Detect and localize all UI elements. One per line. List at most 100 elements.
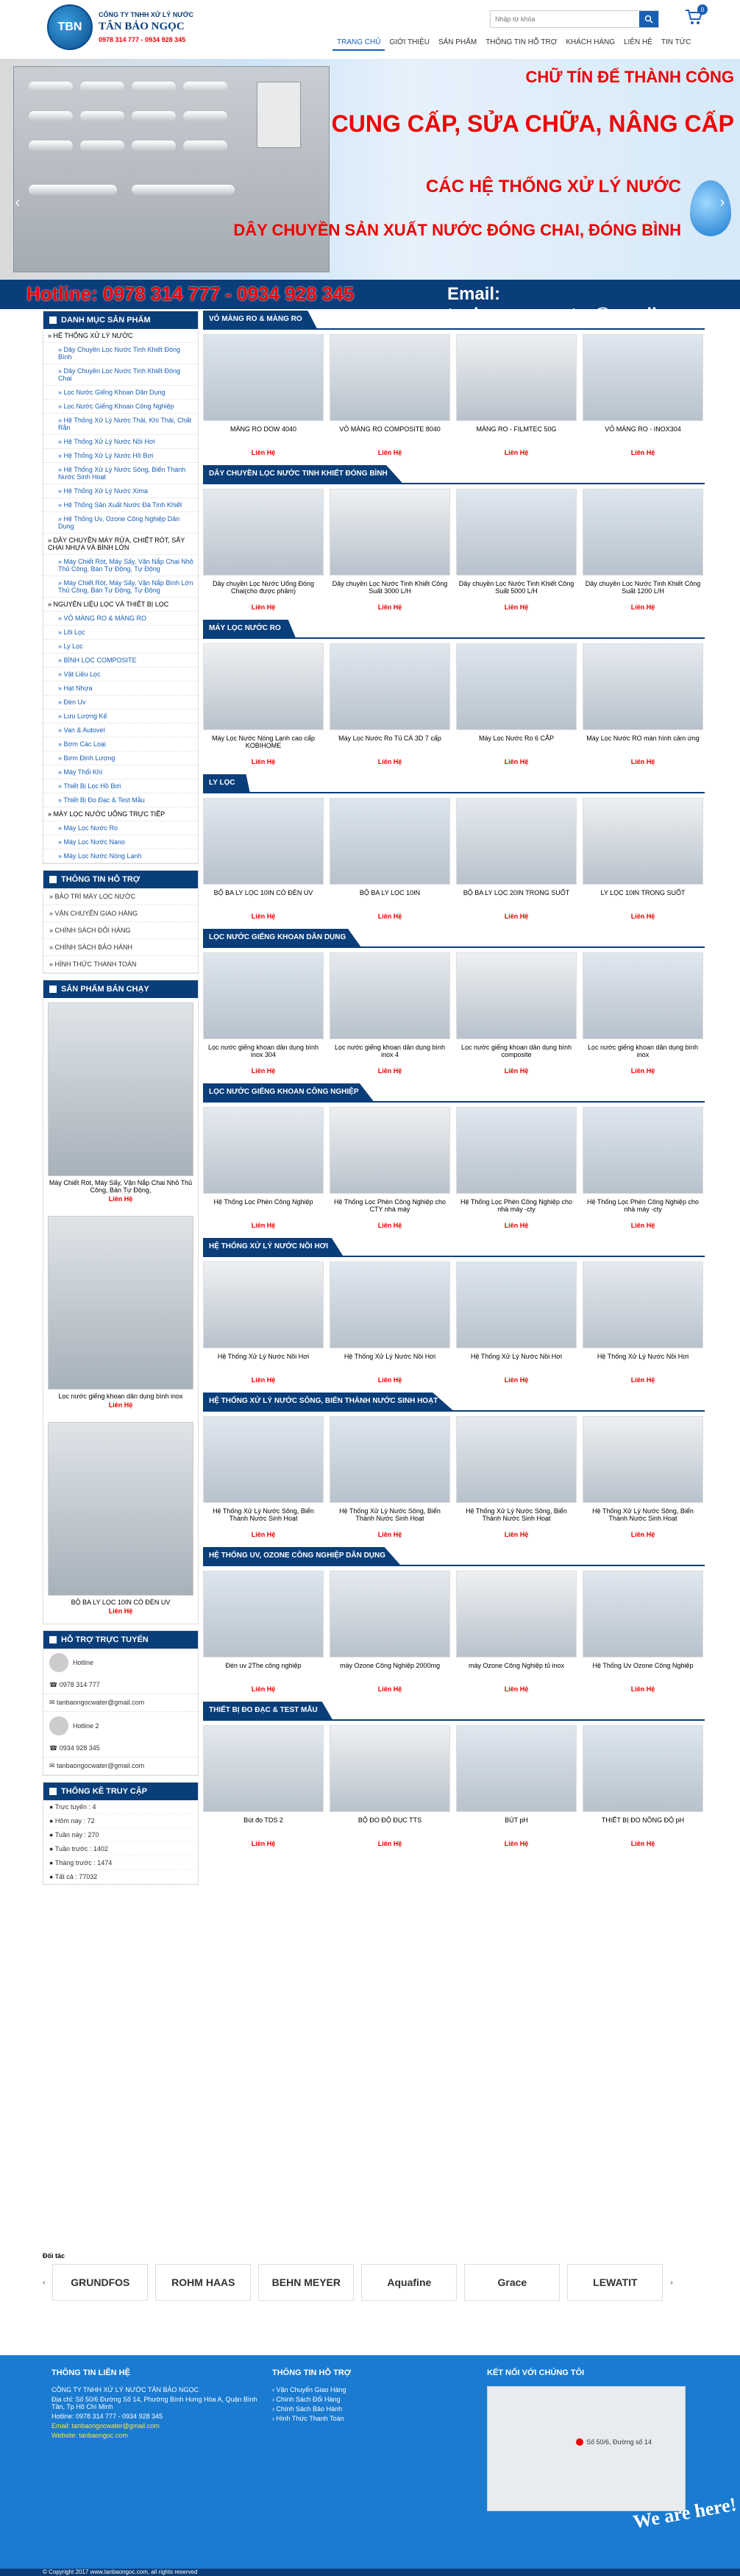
product-name[interactable]: Hệ Thống Xử Lý Nước Sông, Biển Thành Nướ…: [203, 1507, 324, 1528]
product-card[interactable]: Lọc nước giếng khoan dân dụng bình inox …: [203, 952, 324, 1075]
slider-next-icon[interactable]: ›: [715, 191, 730, 213]
product-card[interactable]: Lọc nước giếng khoan dân dụng bình inox …: [330, 952, 450, 1075]
product-image[interactable]: [330, 334, 450, 421]
product-card[interactable]: máy Ozone Công Nghiệp 2000mg Liên Hệ: [330, 1571, 450, 1693]
subcategory-link[interactable]: » Lọc Nước Giếng Khoan Dân Dụng: [43, 386, 198, 400]
product-card[interactable]: Dây chuyền Lọc Nước Tinh Khiết Công Suất…: [456, 489, 577, 611]
support-link[interactable]: » HÌNH THỨC THANH TOÁN: [43, 956, 198, 973]
product-card[interactable]: Hệ Thống Xử Lý Nước Nồi Hơi Liên Hệ: [583, 1262, 703, 1384]
product-name[interactable]: VỎ MÀNG RO - INOX304: [583, 425, 703, 446]
subcategory-link[interactable]: » Máy Chiết Rót, Máy Sấy, Vặn Nắp Chai N…: [43, 555, 198, 576]
slider-prev-icon[interactable]: ‹: [10, 191, 25, 213]
support-link[interactable]: » CHÍNH SÁCH ĐỔI HÀNG: [43, 922, 198, 939]
bestseller-item[interactable]: BỘ BA LY LỌC 10IN CÓ ĐÈN UV Liên Hệ: [43, 1418, 198, 1624]
product-card[interactable]: BỘ BA LY LỌC 10IN Liên Hệ: [330, 798, 450, 920]
subcategory-link[interactable]: » Lõi Lọc: [43, 626, 198, 640]
subcategory-link[interactable]: » Lưu Lượng Kế: [43, 710, 198, 723]
support-link[interactable]: » VẬN CHUYỂN GIAO HÀNG: [43, 905, 198, 922]
product-image[interactable]: [583, 1571, 703, 1657]
product-image[interactable]: [456, 1416, 577, 1503]
subcategory-link[interactable]: » Thiết Bị Lọc Hồ Bơi: [43, 779, 198, 793]
product-image[interactable]: [456, 1571, 577, 1657]
product-image[interactable]: [330, 1107, 450, 1194]
product-image[interactable]: [48, 1002, 193, 1176]
subcategory-link[interactable]: » Dây Chuyền Lọc Nước Tinh Khiết Đóng Ch…: [43, 364, 198, 386]
product-image[interactable]: [583, 334, 703, 421]
support-link[interactable]: » CHÍNH SÁCH BẢO HÀNH: [43, 939, 198, 956]
product-name[interactable]: Máy Lọc Nước Ro Tủ CÁ 3D 7 cấp: [330, 735, 450, 755]
cart-button[interactable]: 0: [684, 4, 708, 29]
subcategory-link[interactable]: » Hệ Thống Xử Lý Nước Xima: [43, 484, 198, 498]
subcategory-link[interactable]: » Máy Thổi Khí: [43, 765, 198, 779]
product-card[interactable]: LY LỌC 10IN TRONG SUỐT Liên Hệ: [583, 798, 703, 920]
nav-item[interactable]: TRANG CHỦ: [332, 35, 385, 51]
product-card[interactable]: Hệ Thống Xử Lý Nước Sông, Biển Thành Nướ…: [330, 1416, 450, 1538]
subcategory-link[interactable]: » Lọc Nước Giếng Khoan Công Nghiệp: [43, 400, 198, 414]
subcategory-link[interactable]: » Hạt Nhựa: [43, 682, 198, 696]
nav-item[interactable]: SẢN PHẨM: [434, 35, 481, 51]
subcategory-link[interactable]: » Máy Lọc Nước Nóng Lạnh: [43, 849, 198, 863]
product-name[interactable]: MÀNG RO - FILMTEC 50G: [456, 425, 577, 446]
product-name[interactable]: Hệ Thống Uv Ozone Công Nghiệp: [583, 1662, 703, 1682]
product-name[interactable]: Lọc nước giếng khoan dân dụng bình inox …: [330, 1044, 450, 1064]
section-title[interactable]: HỆ THỐNG XỬ LÝ NƯỚC SÔNG, BIỂN THÀNH NƯỚ…: [203, 1393, 453, 1410]
product-card[interactable]: Đèn uv 2The công nghiệp Liên Hệ: [203, 1571, 324, 1693]
product-image[interactable]: [330, 1571, 450, 1657]
product-image[interactable]: [456, 1107, 577, 1194]
product-image[interactable]: [203, 643, 324, 730]
nav-item[interactable]: THÔNG TIN HỖ TRỢ: [481, 35, 561, 51]
product-image[interactable]: [203, 1416, 324, 1503]
partner-logo[interactable]: ROHM HAAS: [155, 2264, 252, 2301]
product-image[interactable]: [330, 489, 450, 576]
product-card[interactable]: Hệ Thống Uv Ozone Công Nghiệp Liên Hệ: [583, 1571, 703, 1693]
subcategory-link[interactable]: » Máy Lọc Nước Ro: [43, 821, 198, 835]
product-image[interactable]: [583, 952, 703, 1039]
product-name[interactable]: Hệ Thống Xử Lý Nước Nồi Hơi: [203, 1353, 324, 1373]
product-card[interactable]: Dây chuyền Lọc Nước Tinh Khiết Công Suất…: [330, 489, 450, 611]
product-card[interactable]: Lọc nước giếng khoan dân dụng bình inox L…: [583, 952, 703, 1075]
partner-logo[interactable]: GRUNDFOS: [52, 2264, 149, 2301]
product-name[interactable]: Hệ Thống Xử Lý Nước Nồi Hơi: [583, 1353, 703, 1373]
product-card[interactable]: Máy Lọc Nước Ro Tủ CÁ 3D 7 cấp Liên Hệ: [330, 643, 450, 765]
product-card[interactable]: BỘ BA LY LỌC 10IN CÓ ĐÈN UV Liên Hệ: [203, 798, 324, 920]
product-image[interactable]: [583, 798, 703, 885]
support-link[interactable]: » BẢO TRÌ MÁY LỌC NƯỚC: [43, 888, 198, 905]
product-card[interactable]: VỎ MÀNG RO - INOX304 Liên Hệ: [583, 334, 703, 456]
subcategory-link[interactable]: » Ly Lọc: [43, 640, 198, 654]
product-name[interactable]: Đèn uv 2The công nghiệp: [203, 1662, 324, 1682]
nav-item[interactable]: GIỚI THIỆU: [385, 35, 434, 51]
product-card[interactable]: Hệ Thống Xử Lý Nước Sông, Biển Thành Nướ…: [203, 1416, 324, 1538]
section-title[interactable]: LỌC NƯỚC GIẾNG KHOAN CÔNG NGHIỆP: [203, 1083, 374, 1101]
product-name[interactable]: Máy Chiết Rót, Máy Sấy, Vặn Nắp Chai Nhỏ…: [48, 1179, 193, 1194]
section-title[interactable]: HỆ THỐNG UV, OZONE CÔNG NGHIỆP DÂN DỤNG: [203, 1547, 401, 1565]
product-name[interactable]: Lọc nước giếng khoan dân dụng bình inox: [583, 1044, 703, 1064]
section-title[interactable]: HỆ THỐNG XỬ LÝ NƯỚC NỒI HƠI: [203, 1238, 343, 1256]
subcategory-link[interactable]: » Vật Liệu Lọc: [43, 668, 198, 682]
partner-logo[interactable]: LEWATIT: [567, 2264, 663, 2301]
product-card[interactable]: VỎ MÀNG RO COMPOSITE 8040 Liên Hệ: [330, 334, 450, 456]
product-name[interactable]: VỎ MÀNG RO COMPOSITE 8040: [330, 425, 450, 446]
subcategory-link[interactable]: » Bơm Định Lượng: [43, 751, 198, 765]
product-card[interactable]: Hệ Thống Lọc Phèn Công Nghiệp cho CTY nh…: [330, 1107, 450, 1229]
product-name[interactable]: Hệ Thống Lọc Phèn Công Nghiệp: [203, 1198, 324, 1219]
product-image[interactable]: [203, 489, 324, 576]
product-image[interactable]: [48, 1216, 193, 1390]
product-image[interactable]: [456, 1725, 577, 1812]
subcategory-link[interactable]: » Hệ Thống Xử Lý Nước Hồ Bơi: [43, 449, 198, 463]
product-card[interactable]: Hệ Thống Xử Lý Nước Nồi Hơi Liên Hệ: [456, 1262, 577, 1384]
partners-prev-icon[interactable]: ‹: [43, 2279, 45, 2287]
subcategory-link[interactable]: » Hệ Thống Xử Lý Nước Nồi Hơi: [43, 435, 198, 449]
product-name[interactable]: Bút đo TDS 2: [203, 1816, 324, 1837]
product-card[interactable]: Dây chuyền Lọc Nước Tinh Khiết Công Suất…: [583, 489, 703, 611]
subcategory-link[interactable]: » Đèn Uv: [43, 696, 198, 710]
product-image[interactable]: [203, 1571, 324, 1657]
product-name[interactable]: máy Ozone Công Nghiệp tủ inox: [456, 1662, 577, 1682]
category-link[interactable]: » NGUYÊN LIỆU LỌC VÀ THIẾT BỊ LỌC: [43, 598, 198, 612]
category-link[interactable]: » HỆ THỐNG XỬ LÝ NƯỚC: [43, 329, 198, 343]
subcategory-link[interactable]: » Máy Chiết Rót, Máy Sấy, Vặn Nắp Bình L…: [43, 576, 198, 598]
product-card[interactable]: MÀNG RO - FILMTEC 50G Liên Hệ: [456, 334, 577, 456]
product-card[interactable]: Hệ Thống Xử Lý Nước Nồi Hơi Liên Hệ: [330, 1262, 450, 1384]
product-image[interactable]: [203, 798, 324, 885]
product-card[interactable]: MÀNG RO DOW 4040 Liên Hệ: [203, 334, 324, 456]
product-image[interactable]: [456, 1262, 577, 1348]
